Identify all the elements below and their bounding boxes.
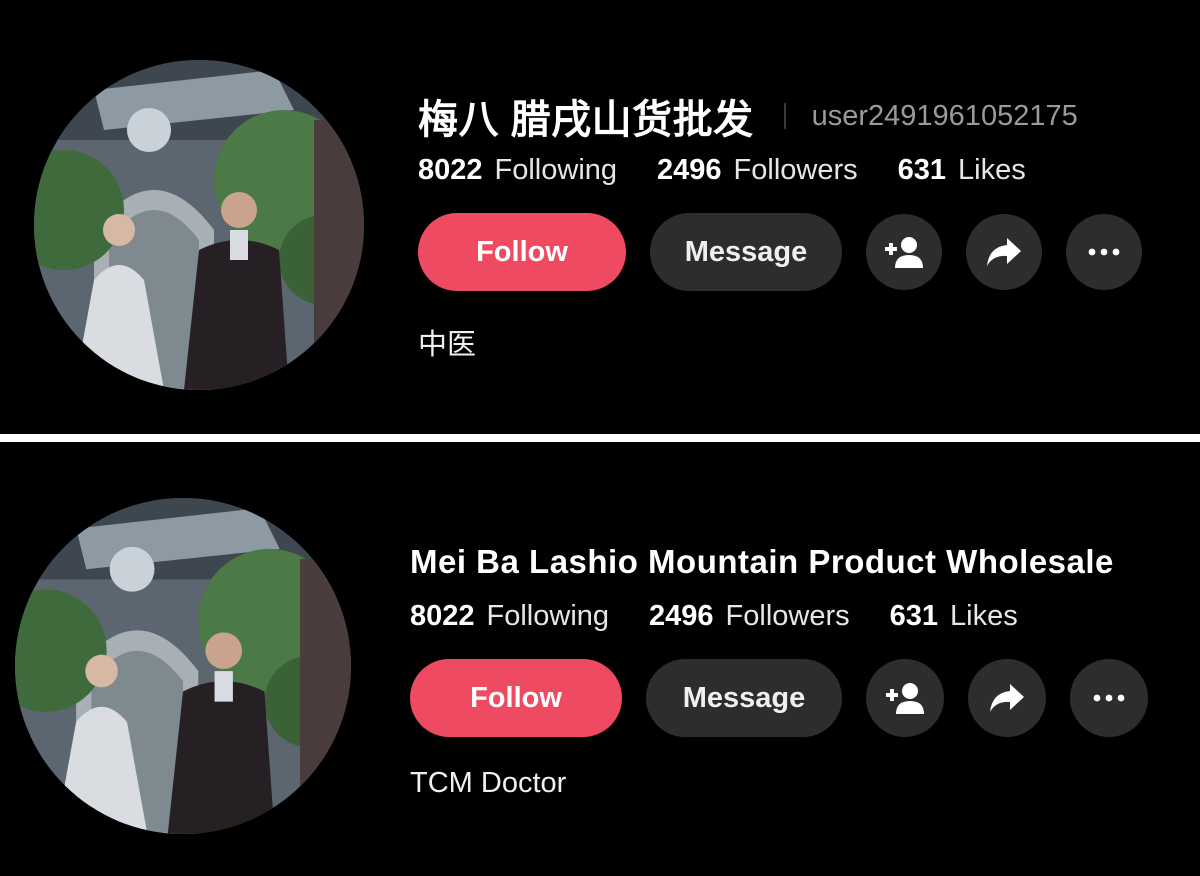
add-friend-button[interactable] xyxy=(866,659,944,737)
followers-label: Followers xyxy=(733,154,858,186)
action-bar: Follow Message xyxy=(410,659,1148,737)
profile-header-original: 梅八 腊戌山货批发 user2491961052175 8022 Followi… xyxy=(0,0,1200,434)
message-button[interactable]: Message xyxy=(650,213,842,291)
share-button[interactable] xyxy=(966,214,1042,290)
display-name: 梅八 腊戌山货批发 xyxy=(418,98,754,142)
following-count: 8022 xyxy=(410,600,475,632)
bio: 中医 xyxy=(418,329,477,361)
more-button[interactable] xyxy=(1066,214,1142,290)
follow-button[interactable]: Follow xyxy=(410,659,622,737)
followers-stat[interactable]: 2496 Followers xyxy=(657,154,858,187)
profile-stats: 8022 Following 2496 Followers 631 Likes xyxy=(418,154,1142,187)
followers-count: 2496 xyxy=(649,600,714,632)
share-arrow-icon xyxy=(987,238,1021,266)
following-label: Following xyxy=(494,154,618,186)
bio: TCM Doctor xyxy=(410,767,567,799)
followers-label: Followers xyxy=(725,600,850,632)
likes-stat: 631 Likes xyxy=(890,600,1018,633)
share-button[interactable] xyxy=(968,659,1046,737)
more-dots-icon xyxy=(1088,248,1120,256)
name-divider xyxy=(783,103,786,129)
profile-stats: 8022 Following 2496 Followers 631 Likes xyxy=(410,600,1148,633)
action-bar: Follow Message xyxy=(418,213,1142,291)
avatar[interactable] xyxy=(34,60,364,390)
likes-count: 631 xyxy=(889,600,939,632)
avatar-photo xyxy=(15,498,351,834)
username: user2491961052175 xyxy=(811,99,1078,132)
following-stat[interactable]: 8022 Following xyxy=(410,600,609,633)
likes-stat: 631 Likes xyxy=(898,154,1026,187)
add-friend-button[interactable] xyxy=(866,214,942,290)
display-name: Mei Ba Lashio Mountain Product Wholesale xyxy=(410,543,1114,580)
following-label: Following xyxy=(486,600,610,632)
follow-button[interactable]: Follow xyxy=(418,213,626,291)
message-button[interactable]: Message xyxy=(646,659,842,737)
followers-stat[interactable]: 2496 Followers xyxy=(649,600,850,633)
following-count: 8022 xyxy=(418,154,483,186)
likes-label: Likes xyxy=(958,154,1026,186)
likes-label: Likes xyxy=(950,600,1018,632)
followers-count: 2496 xyxy=(657,154,722,186)
profile-header-translated: Mei Ba Lashio Mountain Product Wholesale… xyxy=(0,442,1200,876)
avatar-photo xyxy=(34,60,364,390)
share-arrow-icon xyxy=(990,684,1024,712)
more-dots-icon xyxy=(1093,694,1125,702)
more-button[interactable] xyxy=(1070,659,1148,737)
avatar[interactable] xyxy=(15,498,351,834)
add-friend-icon xyxy=(885,237,923,268)
add-friend-icon xyxy=(886,683,924,714)
likes-count: 631 xyxy=(897,154,947,186)
following-stat[interactable]: 8022 Following xyxy=(418,154,617,187)
